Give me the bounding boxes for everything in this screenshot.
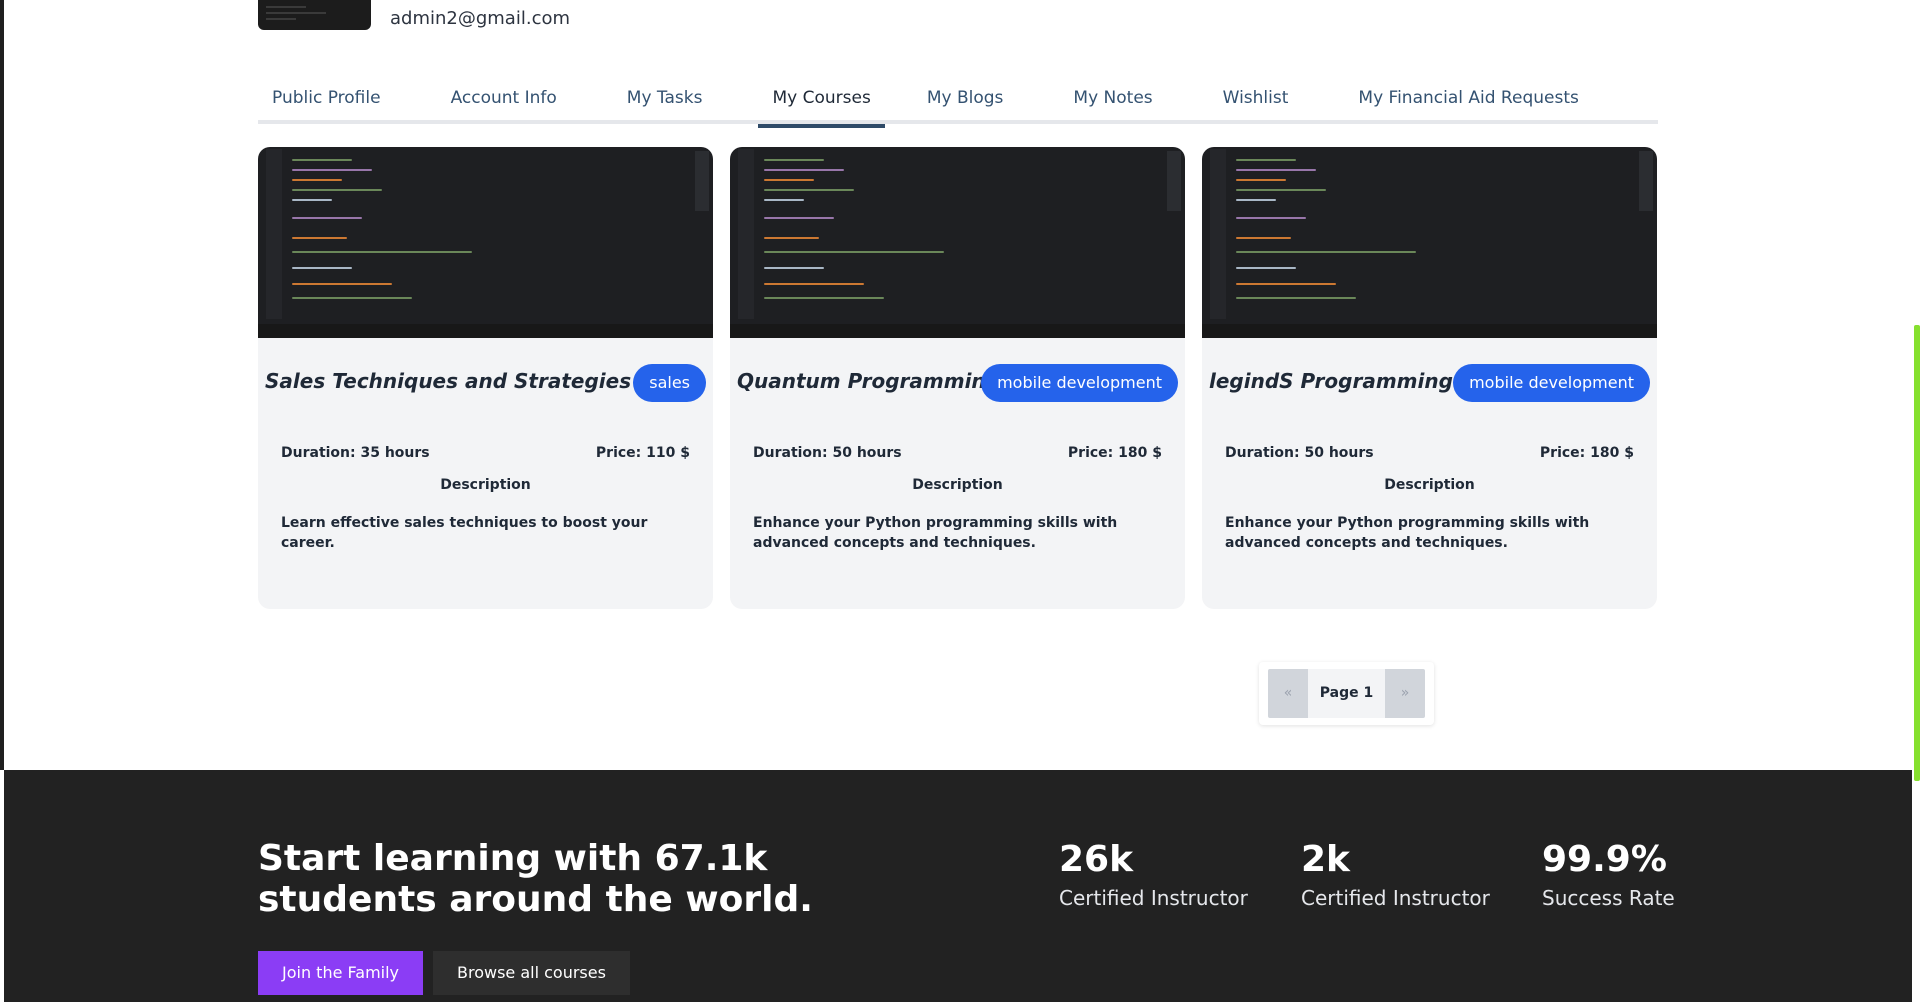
course-meta: Duration: 50 hours Price: 180 $ [1225,445,1634,465]
course-thumbnail [258,147,713,338]
stat-value: 2k [1301,839,1350,880]
course-list: Sales Techniques and Strategies sales Du… [258,147,1658,609]
course-category-badge[interactable]: sales [633,364,706,402]
tab-wishlist[interactable]: Wishlist [1209,82,1303,124]
course-meta: Duration: 35 hours Price: 110 $ [281,445,690,465]
stat-instructors-2: 2k Certified Instructor [1301,838,1531,910]
footer-headline: Start learning with 67.1k students aroun… [258,838,813,920]
tab-my-notes[interactable]: My Notes [1059,82,1166,124]
course-header: Quantum Programming mobile development [730,363,1185,403]
footer-cta: Start learning with 67.1k students aroun… [4,770,1912,1002]
course-title[interactable]: Quantum Programming [737,369,1000,393]
course-title[interactable]: legindS Programming [1209,369,1453,393]
profile-header: admin2@gmail.com [258,0,858,30]
course-card[interactable]: Sales Techniques and Strategies sales Du… [258,147,713,609]
tab-my-blogs[interactable]: My Blogs [913,82,1018,124]
course-price: Price: 180 $ [1067,445,1162,461]
description-heading: Description [440,477,531,493]
course-price: Price: 110 $ [595,445,690,461]
course-category-badge[interactable]: mobile development [981,364,1178,402]
course-duration: Duration: 50 hours [1225,445,1374,461]
current-page-label: Page 1 [1308,669,1385,718]
course-header: legindS Programming mobile development [1202,363,1657,403]
pagination: « Page 1 » [1259,662,1434,725]
course-card[interactable]: Quantum Programming mobile development D… [730,147,1185,609]
tab-account-info[interactable]: Account Info [437,82,571,124]
scrollbar[interactable] [1912,0,1920,1002]
course-title[interactable]: Sales Techniques and Strategies [265,369,631,393]
description-heading: Description [1384,477,1475,493]
description-heading: Description [912,477,1003,493]
join-family-button[interactable]: Join the Family [258,951,424,995]
profile-email: admin2@gmail.com [390,8,571,29]
course-duration: Duration: 50 hours [753,445,902,461]
course-category-badge[interactable]: mobile development [1453,364,1650,402]
avatar [258,0,371,30]
tab-my-financial-aid-requests[interactable]: My Financial Aid Requests [1344,82,1592,124]
stat-label: Certified Instructor [1059,886,1248,910]
profile-tabs: Public Profile Account Info My Tasks My … [258,82,1658,128]
stat-label: Success Rate [1542,886,1675,910]
course-duration: Duration: 35 hours [281,445,430,461]
stat-success-rate: 99.9% Success Rate [1542,838,1772,910]
prev-page-button[interactable]: « [1268,669,1308,718]
tab-my-tasks[interactable]: My Tasks [613,82,717,124]
course-description: Enhance your Python programming skills w… [753,515,1118,551]
scrollbar-thumb[interactable] [1914,325,1920,781]
course-price: Price: 180 $ [1539,445,1634,461]
stat-instructors: 26k Certified Instructor [1059,838,1289,910]
course-description: Learn effective sales techniques to boos… [281,515,648,551]
stat-value: 99.9% [1542,839,1667,880]
next-page-button[interactable]: » [1385,669,1425,718]
course-header: Sales Techniques and Strategies sales [258,363,713,403]
course-thumbnail [730,147,1185,338]
course-thumbnail [1202,147,1657,338]
course-card[interactable]: legindS Programming mobile development D… [1202,147,1657,609]
stat-value: 26k [1059,839,1134,880]
stat-label: Certified Instructor [1301,886,1490,910]
tab-my-courses[interactable]: My Courses [758,82,886,128]
tab-public-profile[interactable]: Public Profile [258,82,395,124]
page-edge [0,0,4,770]
course-description: Enhance your Python programming skills w… [1225,515,1590,551]
course-meta: Duration: 50 hours Price: 180 $ [753,445,1162,465]
browse-courses-button[interactable]: Browse all courses [433,951,630,995]
